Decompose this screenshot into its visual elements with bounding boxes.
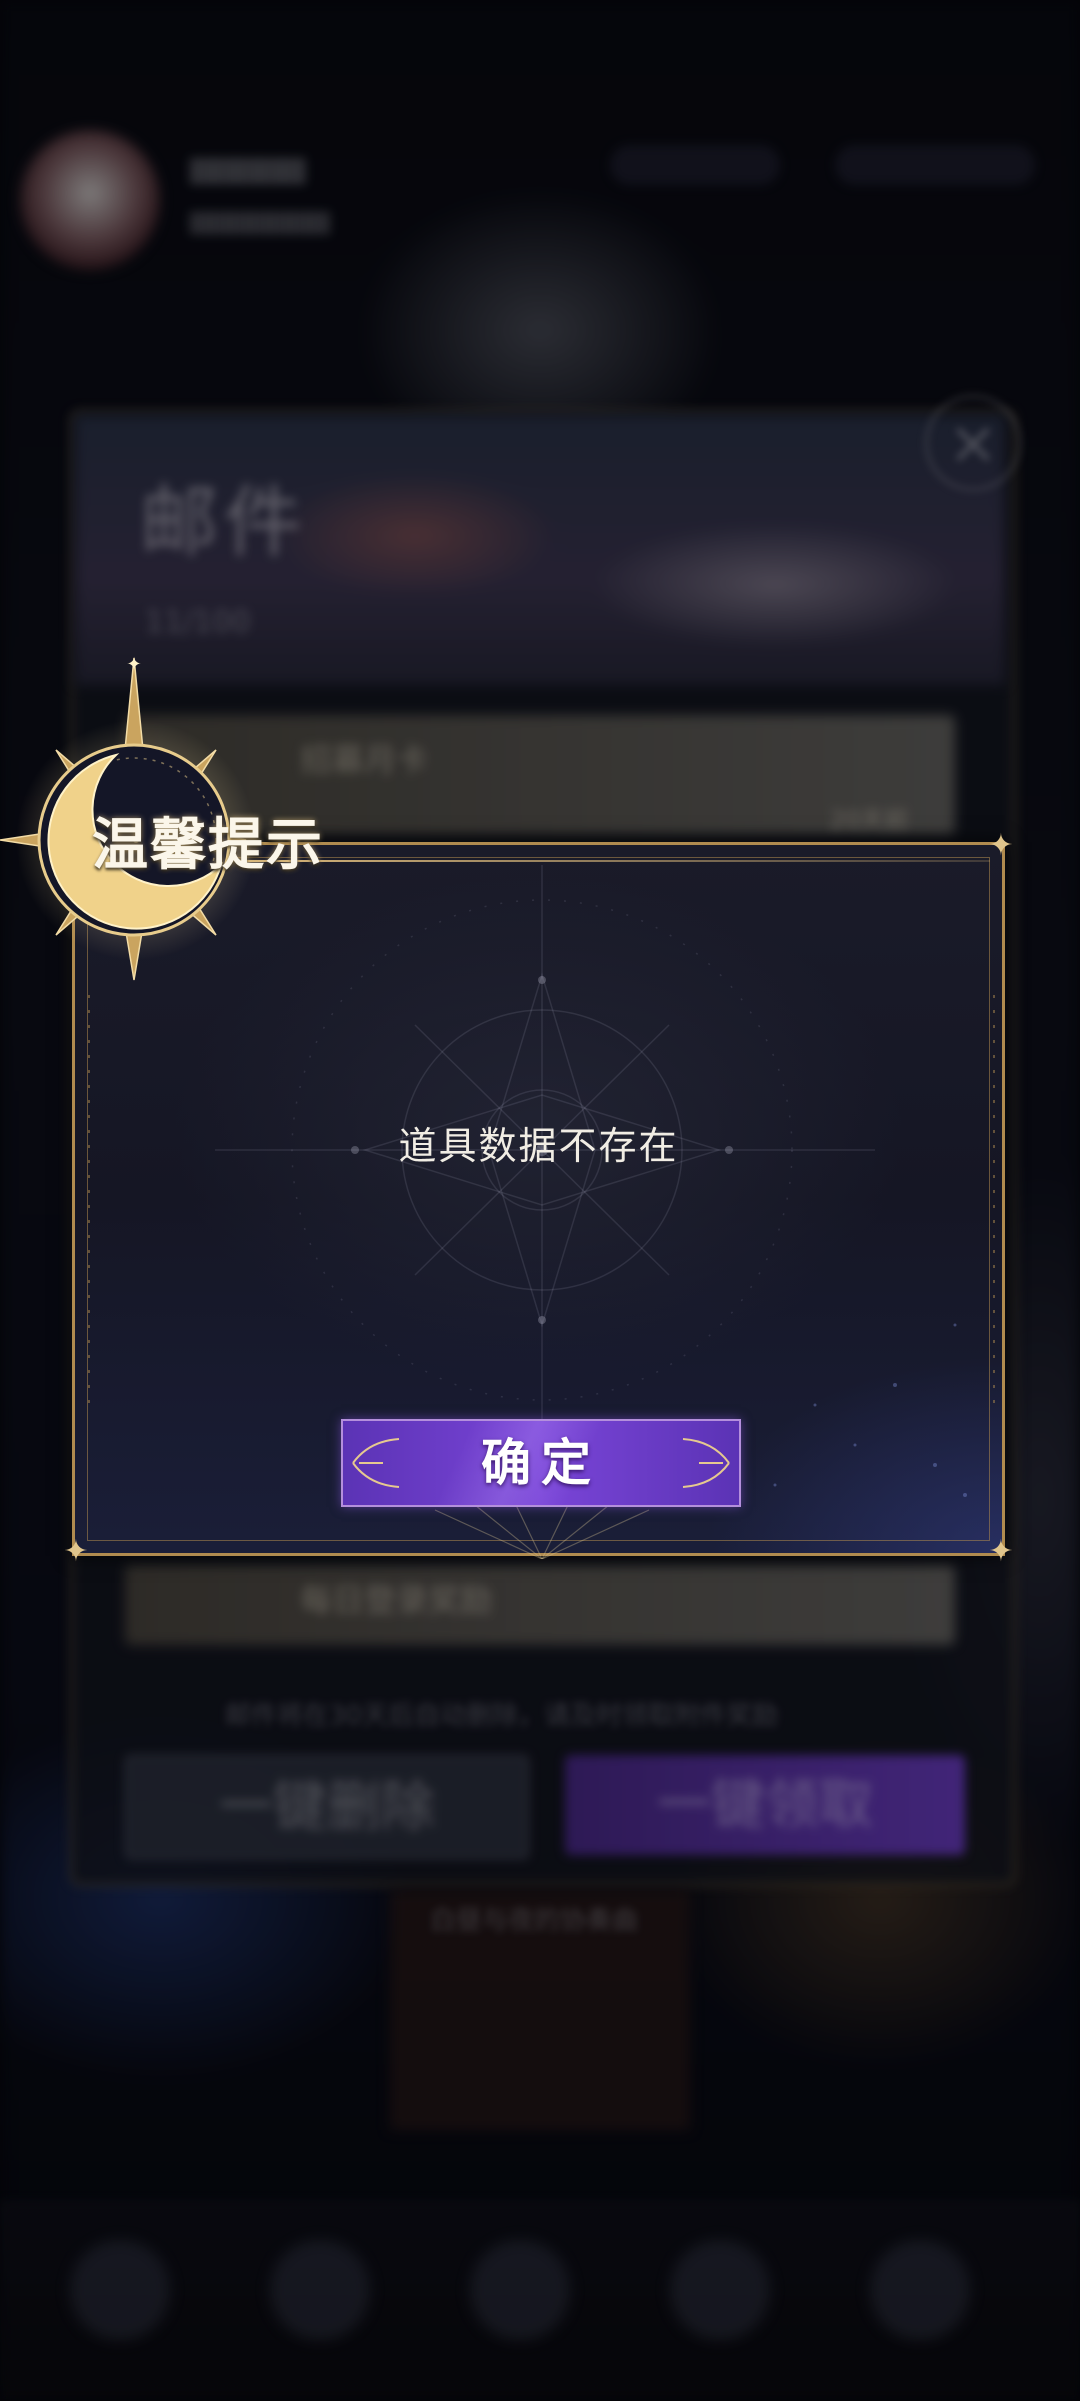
confirm-button[interactable]: 确定 <box>341 1419 741 1507</box>
corner-star-icon: ✦ <box>63 1534 89 1569</box>
svg-text:✦: ✦ <box>126 654 141 675</box>
title-underline <box>240 860 990 862</box>
confirm-button-label: 确定 <box>481 1433 601 1492</box>
dialog-message: 道具数据不存在 <box>398 1124 679 1168</box>
corner-star-icon: ✦ <box>988 1534 1014 1569</box>
corner-star-icon: ✦ <box>988 828 1014 863</box>
game-screen: { "background": { "mail_title": "邮件", "m… <box>0 0 1080 2401</box>
dialog-title: 温馨提示 <box>92 812 324 878</box>
